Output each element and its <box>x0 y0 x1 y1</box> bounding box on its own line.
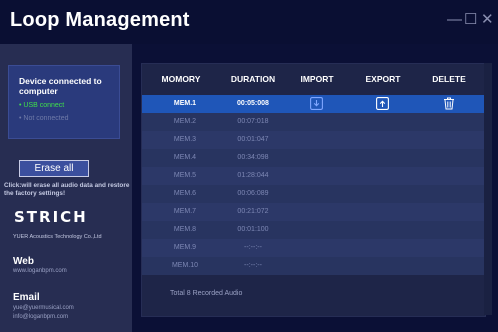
memory-name: MEM.7 <box>173 208 197 215</box>
header-delete: DELETE <box>432 74 466 84</box>
usb-connect-status: • USB connect <box>19 102 65 109</box>
loop-table-panel: MOMORY DURATION IMPORT EXPORT DELETE MEM… <box>141 63 486 317</box>
memory-name: MEM.5 <box>173 172 197 179</box>
scrollbar[interactable] <box>484 63 492 315</box>
memory-duration: --:--:-- <box>244 262 262 269</box>
web-label: Web <box>13 256 34 267</box>
brand-logo: STRICH <box>14 208 88 226</box>
erase-all-button[interactable]: Erase all <box>19 160 89 177</box>
memory-list[interactable]: MEM.1 00:05:008 MEM.2 00:07:018 MEM.3 00:01:0… <box>142 95 485 277</box>
title-bar: Loop Management — ☐ ✕ <box>0 0 498 44</box>
memory-name: MEM.8 <box>173 226 197 233</box>
memory-duration: 00:05:008 <box>237 100 269 107</box>
not-connected-status: • Not connected <box>19 115 69 122</box>
email-address-1[interactable]: yue@yuermusical.com <box>13 305 74 311</box>
header-export: EXPORT <box>365 74 401 84</box>
header-import: IMPORT <box>300 74 334 84</box>
memory-duration: 00:07:018 <box>237 118 269 125</box>
erase-note: Click:will erase all audio data and rest… <box>4 182 130 197</box>
memory-duration: 00:01:100 <box>237 226 269 233</box>
memory-name: MEM.3 <box>173 136 197 143</box>
sidebar: Device connected to computer • USB conne… <box>0 44 132 332</box>
memory-name: MEM.10 <box>171 262 199 269</box>
memory-duration: 00:34:098 <box>237 154 269 161</box>
web-url[interactable]: www.loganbpm.com <box>13 268 67 274</box>
table-row[interactable]: MEM.10 --:--:-- <box>142 257 485 275</box>
total-recorded: Total 8 Recorded Audio <box>170 290 243 297</box>
memory-name: MEM.9 <box>173 244 197 251</box>
table-header: MOMORY DURATION IMPORT EXPORT DELETE <box>142 64 485 95</box>
header-duration: DURATION <box>230 74 276 84</box>
table-row[interactable]: MEM.4 00:34:098 <box>142 149 485 167</box>
memory-name: MEM.6 <box>173 190 197 197</box>
company-name: YUER Acoustics Technology Co.,Ltd <box>13 234 102 240</box>
table-row[interactable]: MEM.8 00:01:100 <box>142 221 485 239</box>
email-address-2[interactable]: info@loganbpm.com <box>13 314 68 320</box>
table-row[interactable]: MEM.3 00:01:047 <box>142 131 485 149</box>
table-row[interactable]: MEM.2 00:07:018 <box>142 113 485 131</box>
table-row[interactable]: MEM.7 00:21:072 <box>142 203 485 221</box>
memory-duration: 01:28:044 <box>237 172 269 179</box>
close-button[interactable]: ✕ <box>481 12 494 28</box>
memory-name: MEM.1 <box>173 100 197 107</box>
table-row[interactable]: MEM.9 --:--:-- <box>142 239 485 257</box>
memory-duration: 00:01:047 <box>237 136 269 143</box>
connection-status-title: Device connected to computer <box>19 76 102 96</box>
table-row[interactable]: MEM.5 01:28:044 <box>142 167 485 185</box>
maximize-button[interactable]: ☐ <box>464 12 477 28</box>
memory-duration: --:--:-- <box>244 244 262 251</box>
memory-name: MEM.2 <box>173 118 197 125</box>
header-memory: MOMORY <box>161 74 201 84</box>
app-title: Loop Management <box>10 9 190 31</box>
table-row[interactable]: MEM.6 00:06:089 <box>142 185 485 203</box>
memory-name: MEM.4 <box>173 154 197 161</box>
table-row[interactable]: MEM.1 00:05:008 <box>142 95 485 113</box>
memory-duration: 00:06:089 <box>237 190 269 197</box>
memory-duration: 00:21:072 <box>237 208 269 215</box>
email-label: Email <box>13 292 40 303</box>
minimize-button[interactable]: — <box>447 12 462 28</box>
connection-status-box: Device connected to computer • USB conne… <box>8 65 120 139</box>
